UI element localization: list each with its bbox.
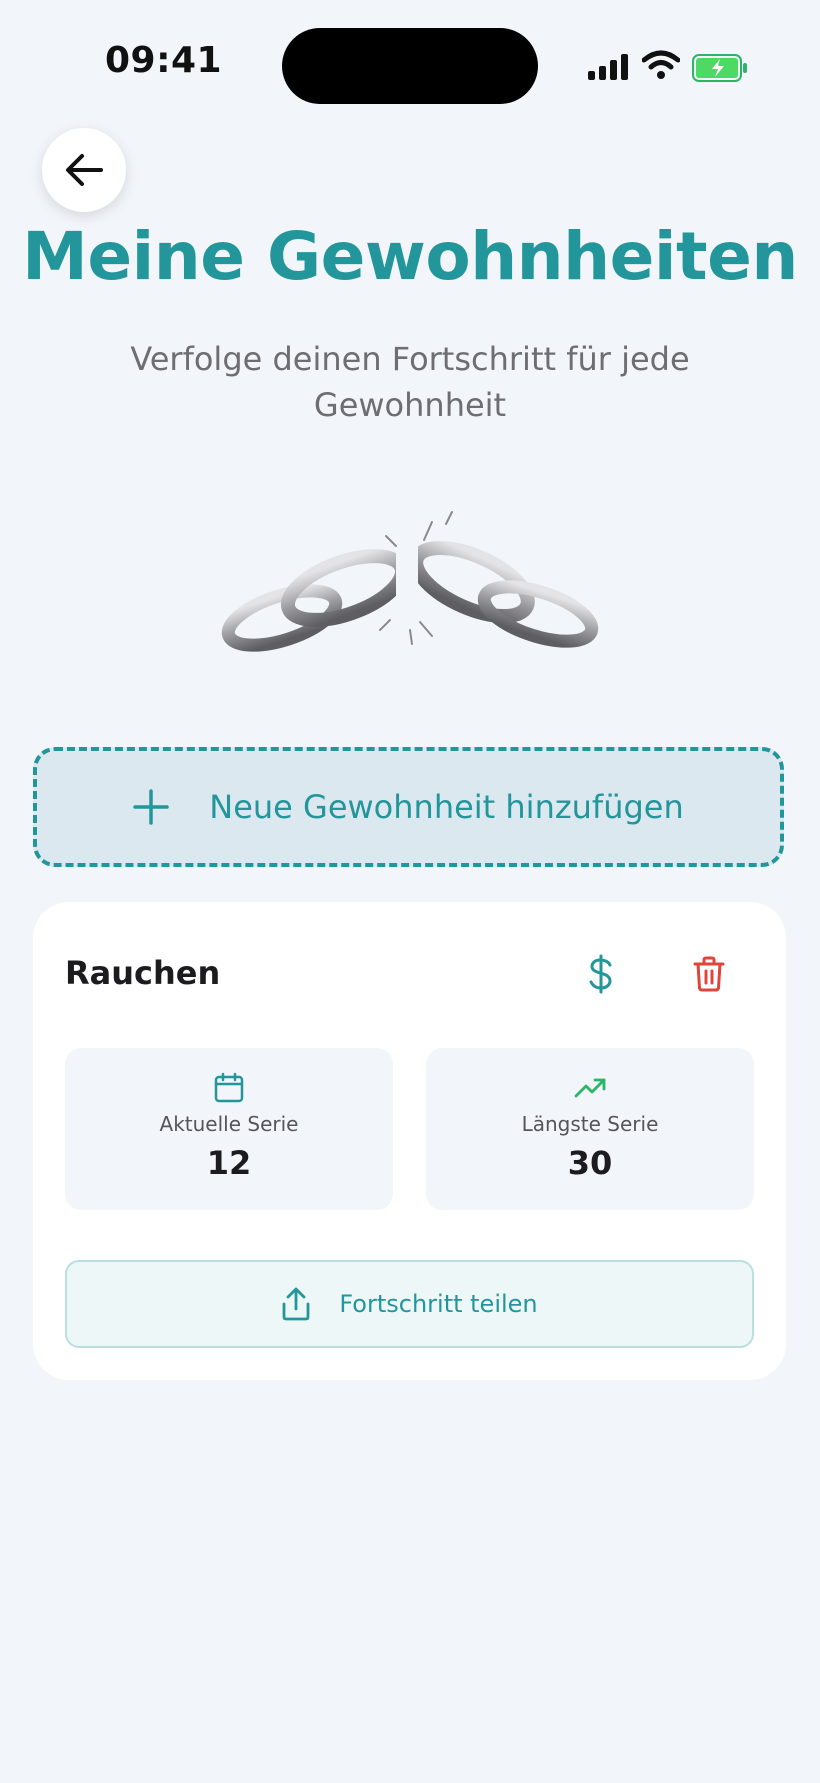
arrow-left-icon [66, 154, 103, 186]
current-streak-value: 12 [206, 1144, 252, 1182]
longest-streak-value: 30 [567, 1144, 613, 1182]
trash-icon[interactable] [693, 956, 725, 992]
trending-up-icon [574, 1078, 606, 1098]
page-subtitle: Verfolge deinen Fortschritt für jede Gew… [130, 340, 690, 424]
battery-charging-icon [692, 54, 747, 82]
dynamic-island [282, 28, 538, 104]
wifi-icon [642, 50, 680, 79]
share-progress-button[interactable]: Fortschritt teilen [65, 1260, 754, 1348]
longest-streak-label: Längste Serie [521, 1112, 659, 1136]
plus-icon [133, 789, 169, 825]
longest-streak-stat: Längste Serie 30 [426, 1048, 754, 1210]
back-button[interactable] [42, 128, 126, 212]
broken-chain-illustration [221, 511, 599, 652]
share-icon [282, 1287, 310, 1321]
page-title: Meine Gewohnheiten [22, 218, 798, 295]
status-time: 09:41 [105, 40, 223, 81]
current-streak-stat: Aktuelle Serie 12 [65, 1048, 393, 1210]
current-streak-label: Aktuelle Serie [159, 1112, 299, 1136]
share-progress-label: Fortschritt teilen [339, 1290, 538, 1318]
habit-name: Rauchen [65, 954, 221, 992]
habit-card: Rauchen Aktuelle Serie 12 Längste Serie … [33, 902, 786, 1380]
add-habit-label: Neue Gewohnheit hinzufügen [209, 788, 684, 826]
calendar-icon [214, 1072, 244, 1103]
signal-icon [588, 54, 628, 80]
add-habit-button[interactable]: Neue Gewohnheit hinzufügen [33, 747, 784, 867]
dollar-icon[interactable] [583, 954, 619, 994]
